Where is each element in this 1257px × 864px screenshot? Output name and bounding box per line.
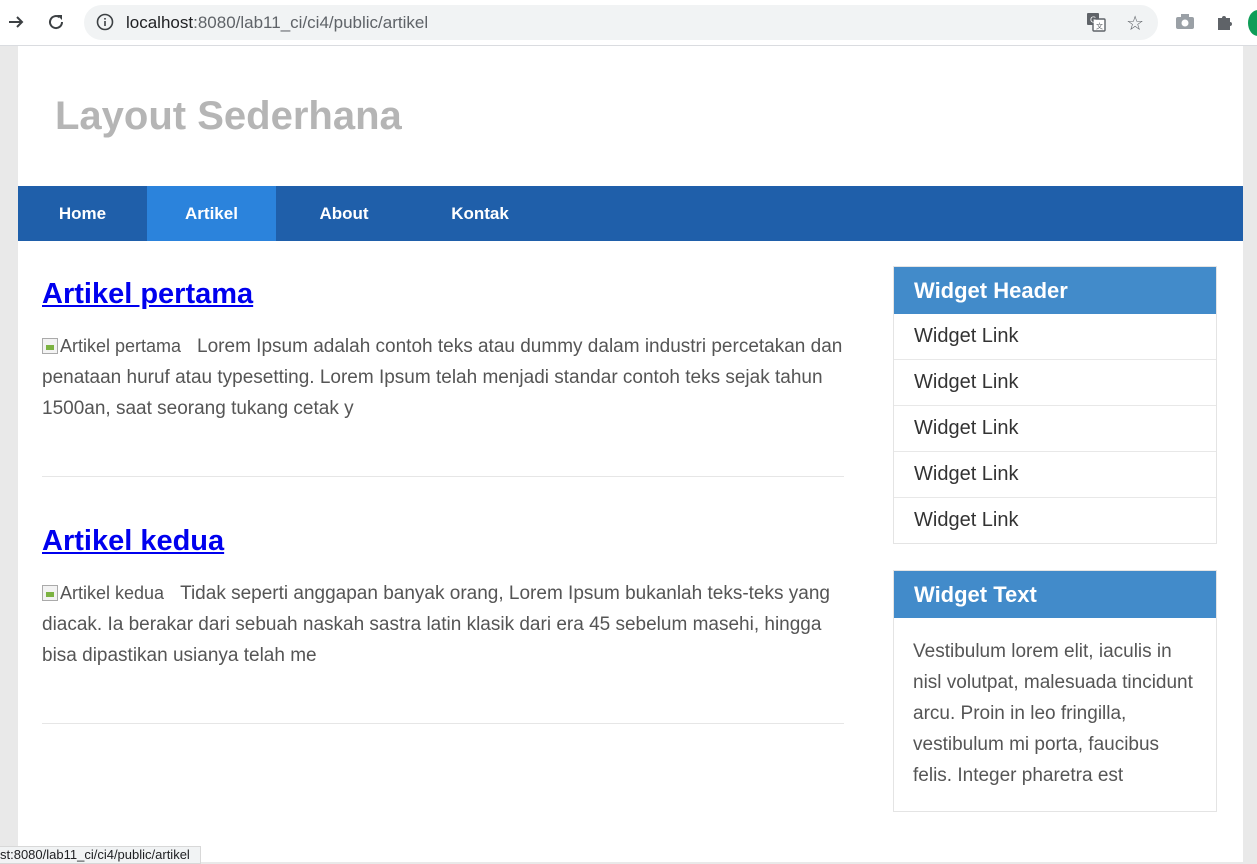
nav-kontak[interactable]: Kontak (412, 186, 548, 241)
article-image-alt: Artikel kedua (60, 583, 165, 603)
article-2: Artikel kedua Artikel kedua Tidak seperti… (42, 525, 844, 724)
widget-link[interactable]: Widget Link (894, 452, 1216, 498)
widget-text-header: Widget Text (894, 571, 1216, 618)
extensions-puzzle-icon[interactable] (1214, 11, 1236, 33)
article-image: Artikel pertama (42, 331, 181, 362)
address-bar[interactable]: localhost:8080/lab11_ci/ci4/public/artik… (84, 5, 1158, 40)
article-image-alt: Artikel pertama (60, 336, 182, 356)
nav-home[interactable]: Home (18, 186, 147, 241)
widget-links: Widget Header Widget Link Widget Link Wi… (893, 266, 1217, 544)
translate-icon[interactable]: G文 (1086, 12, 1106, 37)
widget-link[interactable]: Widget Link (894, 498, 1216, 543)
article-1: Artikel pertama Artikel pertama Lorem Ips… (42, 278, 844, 477)
article-body: Artikel kedua Tidak seperti anggapan bany… (42, 578, 844, 671)
divider (42, 723, 844, 724)
widget-link[interactable]: Widget Link (894, 406, 1216, 452)
url-text[interactable]: localhost:8080/lab11_ci/ci4/public/artik… (126, 13, 428, 33)
status-bar-url: st:8080/lab11_ci/ci4/public/artikel (0, 846, 201, 864)
widget-text-body: Vestibulum lorem elit, iaculis in nisl v… (913, 641, 1193, 786)
widget-link[interactable]: Widget Link (894, 314, 1216, 360)
browser-toolbar: localhost:8080/lab11_ci/ci4/public/artik… (0, 0, 1257, 46)
site-title: Layout Sederhana (55, 94, 402, 138)
profile-avatar[interactable] (1248, 10, 1257, 36)
article-title-link[interactable]: Artikel kedua (42, 525, 844, 558)
article-title-link[interactable]: Artikel pertama (42, 278, 844, 311)
forward-arrow-icon[interactable] (5, 11, 27, 33)
camera-icon[interactable] (1174, 11, 1196, 33)
article-body: Artikel pertama Lorem Ipsum adalah contoh… (42, 331, 844, 424)
main-content: Artikel pertama Artikel pertama Lorem Ips… (42, 278, 844, 772)
sidebar: Widget Header Widget Link Widget Link Wi… (893, 266, 1217, 838)
widget-link[interactable]: Widget Link (894, 360, 1216, 406)
url-host: localhost (126, 13, 194, 32)
reload-icon[interactable] (45, 11, 67, 33)
info-icon[interactable] (96, 13, 114, 36)
svg-text:文: 文 (1096, 22, 1103, 31)
page-container: Layout Sederhana Home Artikel About Kont… (18, 46, 1243, 862)
nav-artikel[interactable]: Artikel (147, 186, 276, 241)
nav-about[interactable]: About (276, 186, 412, 241)
article-image: Artikel kedua (42, 578, 164, 609)
broken-image-icon (42, 585, 58, 601)
url-path: :8080/lab11_ci/ci4/public/artikel (193, 13, 429, 32)
site-header: Layout Sederhana (18, 46, 1243, 186)
divider (42, 476, 844, 477)
widget-text: Widget Text Vestibulum lorem elit, iacul… (893, 570, 1217, 812)
main-nav: Home Artikel About Kontak (18, 186, 1243, 241)
broken-image-icon (42, 338, 58, 354)
widget-header: Widget Header (894, 267, 1216, 314)
bookmark-star-icon[interactable]: ☆ (1126, 11, 1144, 36)
